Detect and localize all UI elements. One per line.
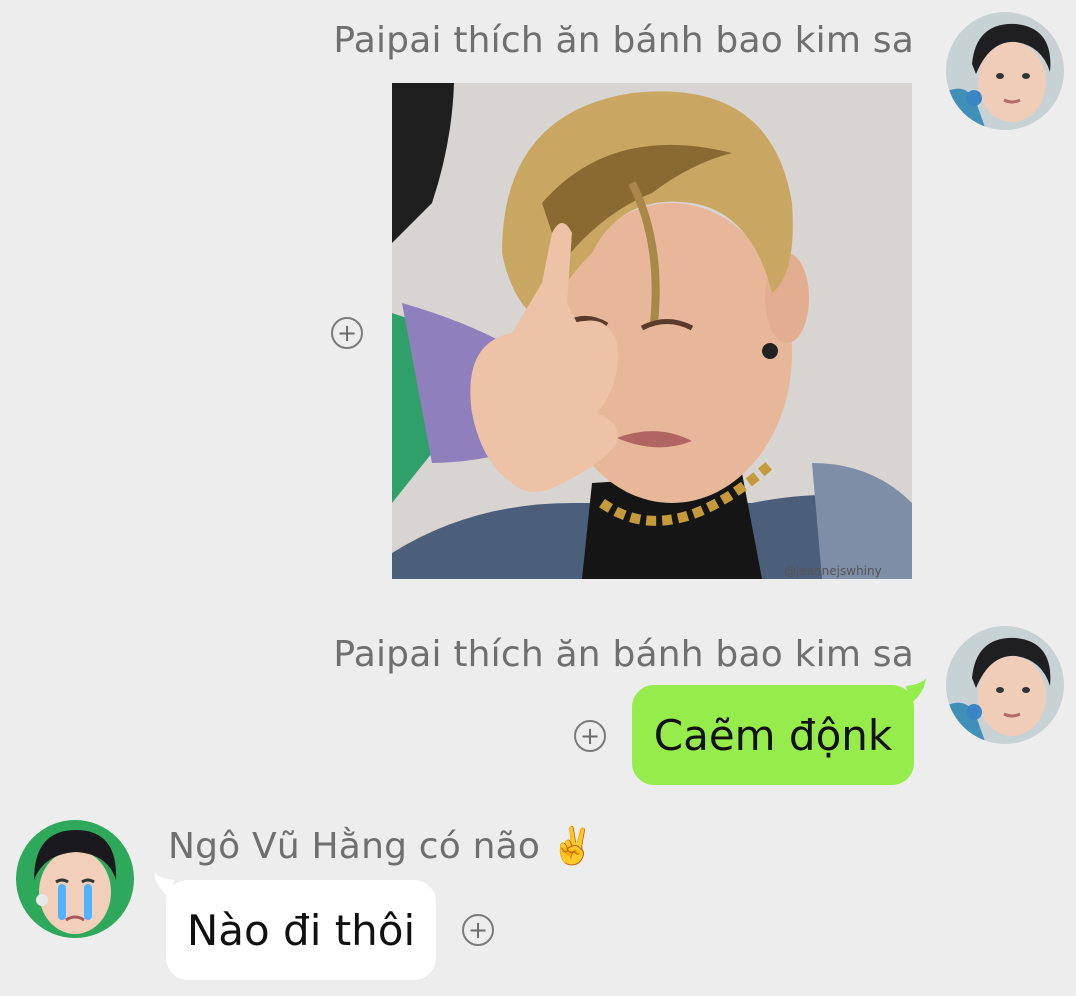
message-text: Nào đi thôi: [186, 905, 416, 955]
avatar-photo: [946, 626, 1064, 744]
avatar-photo: [946, 12, 1064, 130]
sender-name: Paipai thích ăn bánh bao kim sa: [333, 634, 914, 675]
avatar[interactable]: [16, 820, 134, 938]
victory-hand-icon: ✌️: [550, 825, 595, 867]
avatar[interactable]: [946, 12, 1064, 130]
bubble-tail: [154, 872, 174, 898]
message-bubble-sent[interactable]: Caẽm độnk: [632, 685, 914, 785]
image-message[interactable]: @jeannejswhiny: [392, 83, 912, 579]
add-circle-icon: +: [336, 319, 358, 347]
add-reaction-button[interactable]: +: [574, 720, 606, 752]
image-watermark: @jeannejswhiny: [784, 564, 882, 578]
sender-name: Paipai thích ăn bánh bao kim sa: [333, 20, 914, 61]
add-reaction-button[interactable]: +: [331, 317, 363, 349]
add-reaction-button[interactable]: +: [462, 914, 494, 946]
add-circle-icon: +: [579, 722, 601, 750]
sender-row: Ngô Vũ Hằng có não ✌️: [168, 826, 595, 867]
avatar[interactable]: [946, 626, 1064, 744]
message-text: Caẽm độnk: [653, 710, 893, 760]
crying-man-photo: @jeannejswhiny: [392, 83, 912, 579]
bubble-tail: [906, 678, 926, 704]
add-circle-icon: +: [467, 916, 489, 944]
sender-name: Ngô Vũ Hằng có não: [168, 826, 541, 867]
avatar-photo: [16, 820, 134, 938]
message-bubble-received[interactable]: Nào đi thôi: [166, 880, 436, 980]
